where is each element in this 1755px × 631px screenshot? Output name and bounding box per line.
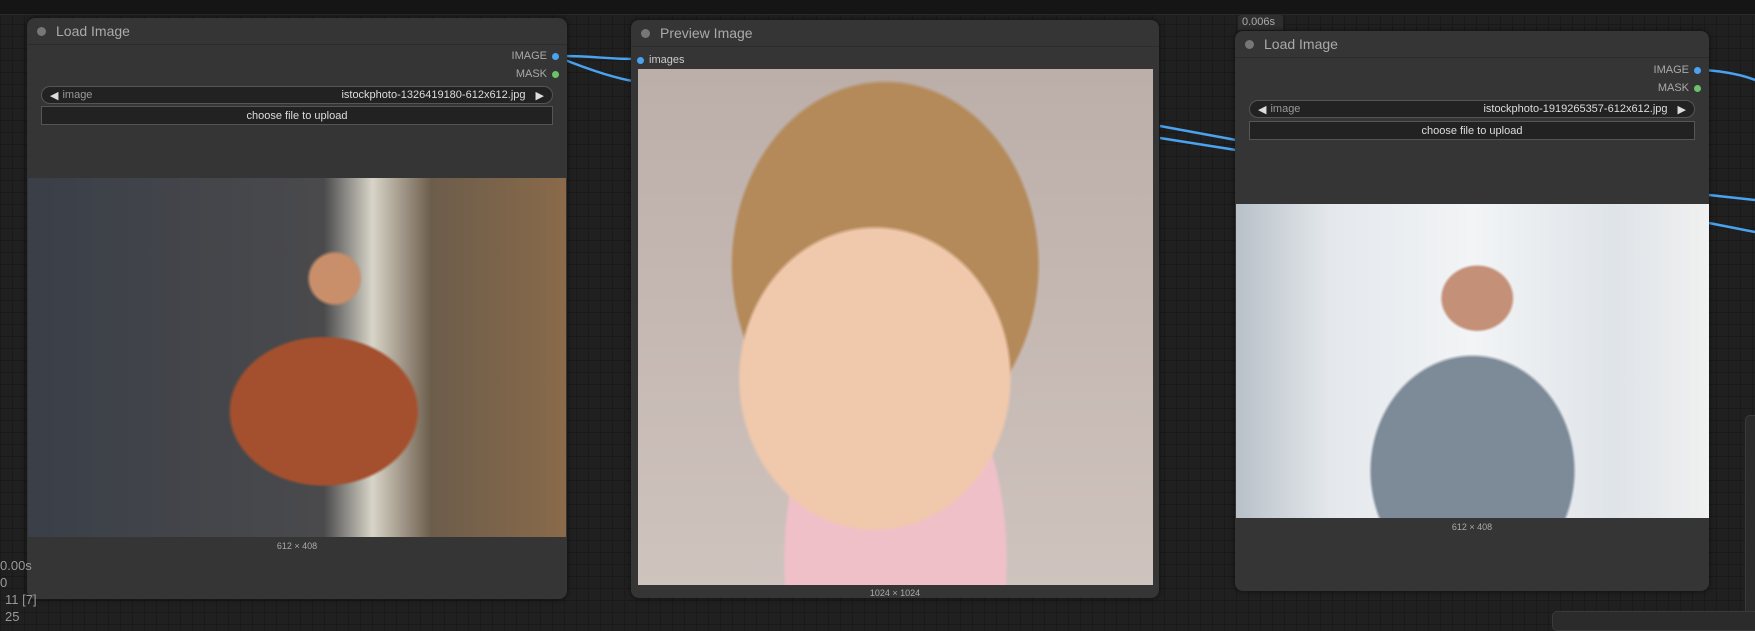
- combo-value: istockphoto-1326419180-612x612.jpg: [341, 89, 526, 101]
- arrow-left-icon[interactable]: ◀: [50, 89, 58, 102]
- execution-time-badge: 0.006s: [1238, 15, 1283, 30]
- side-panel-edge: [1745, 415, 1755, 625]
- load-image-node-1[interactable]: Load Image IMAGE MASK ◀ image istockphoto-…: [27, 18, 567, 599]
- image-combo[interactable]: ◀ image istockphoto-1919265357-612x612.jpg…: [1249, 100, 1695, 118]
- input-images[interactable]: images: [637, 54, 684, 66]
- image-size-label: 612 × 408: [1451, 522, 1493, 532]
- image-socket-icon[interactable]: [1694, 66, 1701, 74]
- node-title-bar[interactable]: Load Image: [1235, 31, 1709, 58]
- arrow-left-icon[interactable]: ◀: [1258, 103, 1266, 116]
- preview-image-node[interactable]: Preview Image images 1024 × 1024: [631, 20, 1159, 598]
- node-title: Preview Image: [660, 25, 753, 41]
- stat-value: 0: [0, 575, 8, 590]
- image-preview: [1236, 204, 1709, 518]
- output-label: MASK: [515, 68, 547, 80]
- node-title: Load Image: [1264, 36, 1338, 52]
- combo-value: istockphoto-1919265357-612x612.jpg: [1483, 103, 1668, 115]
- wire-right-2: [1708, 193, 1755, 202]
- collapse-dot-icon[interactable]: [1245, 39, 1254, 49]
- wire-image-to-right: [559, 56, 641, 84]
- wire-right-out: [1704, 68, 1755, 82]
- node-title-bar[interactable]: Load Image: [27, 18, 567, 45]
- output-mask[interactable]: MASK: [1658, 82, 1701, 94]
- bottom-panel-edge: [1552, 611, 1755, 631]
- wire-right-3: [1708, 221, 1755, 234]
- image-preview: [28, 178, 566, 537]
- collapse-dot-icon[interactable]: [37, 26, 46, 36]
- image-socket-icon[interactable]: [552, 52, 559, 60]
- arrow-right-icon[interactable]: ▶: [1678, 103, 1686, 116]
- output-label: MASK: [1657, 82, 1689, 94]
- image-combo[interactable]: ◀ image istockphoto-1326419180-612x612.jpg…: [41, 86, 553, 104]
- arrow-right-icon[interactable]: ▶: [536, 89, 544, 102]
- image-size-label: 1024 × 1024: [869, 588, 921, 598]
- image-preview: [638, 69, 1153, 585]
- stat-time: 0.00s: [0, 558, 32, 573]
- collapse-dot-icon[interactable]: [641, 28, 650, 38]
- combo-label: image: [1270, 103, 1301, 115]
- mask-socket-icon[interactable]: [1694, 84, 1701, 92]
- mask-socket-icon[interactable]: [552, 70, 559, 78]
- output-mask[interactable]: MASK: [516, 68, 559, 80]
- wire-mid-1: [1159, 124, 1237, 142]
- node-title-bar[interactable]: Preview Image: [631, 20, 1159, 47]
- load-image-node-2[interactable]: Load Image IMAGE MASK ◀ image istockphoto-…: [1235, 31, 1709, 591]
- output-label: IMAGE: [511, 50, 547, 62]
- input-label: images: [649, 54, 685, 66]
- upload-button[interactable]: choose file to upload: [41, 106, 553, 125]
- stat-nodes: 11 [7]: [5, 592, 37, 607]
- image-socket-icon[interactable]: [637, 56, 644, 64]
- node-title: Load Image: [56, 23, 130, 39]
- combo-label: image: [62, 89, 93, 101]
- output-image[interactable]: IMAGE: [1654, 64, 1701, 76]
- wire-mid-2: [1159, 136, 1237, 152]
- output-label: IMAGE: [1653, 64, 1689, 76]
- upload-button[interactable]: choose file to upload: [1249, 121, 1695, 140]
- output-image[interactable]: IMAGE: [512, 50, 559, 62]
- wire-image-to-preview: [559, 54, 637, 61]
- image-size-label: 612 × 408: [276, 541, 318, 551]
